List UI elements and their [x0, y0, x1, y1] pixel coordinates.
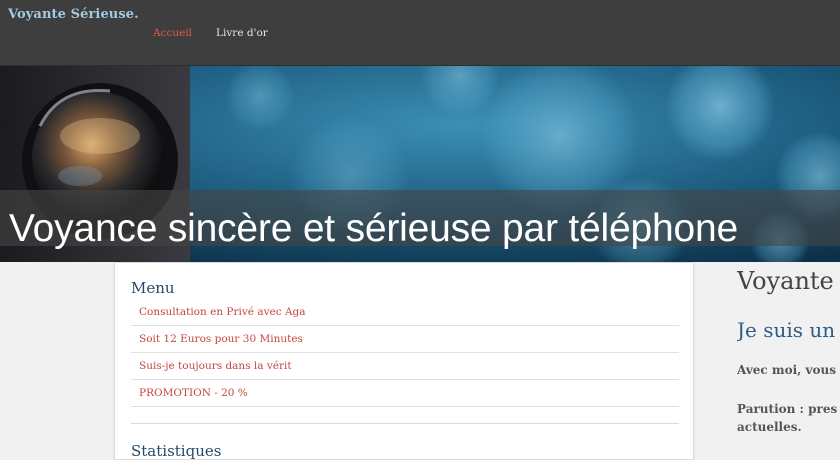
content-subheading: Je suis un — [737, 318, 836, 342]
menu-item-verite[interactable]: Suis-je toujours dans la vérit — [131, 353, 679, 380]
main-content: Voyante Je suis un Avec moi, vous Paruti… — [737, 262, 840, 460]
nav-link-livre-dor[interactable]: Livre d'or — [216, 27, 268, 39]
sidebar-menu-panel: Menu Consultation en Privé avec Aga Soit… — [114, 262, 694, 460]
menu-list: Consultation en Privé avec Aga Soit 12 E… — [131, 299, 679, 407]
main-nav: Accueil Livre d'or — [153, 27, 268, 39]
content-paragraph: Avec moi, vous — [737, 363, 836, 377]
site-title[interactable]: Voyante Sérieuse. — [8, 7, 139, 22]
content-paragraph-parution: Parution : pres actuelles. — [737, 400, 837, 436]
menu-item-tarif[interactable]: Soit 12 Euros pour 30 Minutes — [131, 326, 679, 353]
top-navigation-bar: Voyante Sérieuse. Accueil Livre d'or — [0, 0, 840, 66]
section-divider — [131, 423, 679, 424]
banner-caption: Voyance sincère et sérieuse par téléphon… — [9, 207, 738, 250]
header-banner: Voyance sincère et sérieuse par téléphon… — [0, 66, 840, 262]
menu-heading: Menu — [131, 279, 175, 297]
parution-line-2: actuelles. — [737, 420, 802, 434]
content-heading: Voyante — [737, 267, 834, 295]
menu-item-consultation[interactable]: Consultation en Privé avec Aga — [131, 299, 679, 326]
menu-item-promotion[interactable]: PROMOTION - 20 % — [131, 380, 679, 407]
parution-line-1: Parution : pres — [737, 402, 838, 416]
stats-heading: Statistiques — [131, 442, 222, 460]
nav-link-accueil[interactable]: Accueil — [153, 27, 192, 39]
